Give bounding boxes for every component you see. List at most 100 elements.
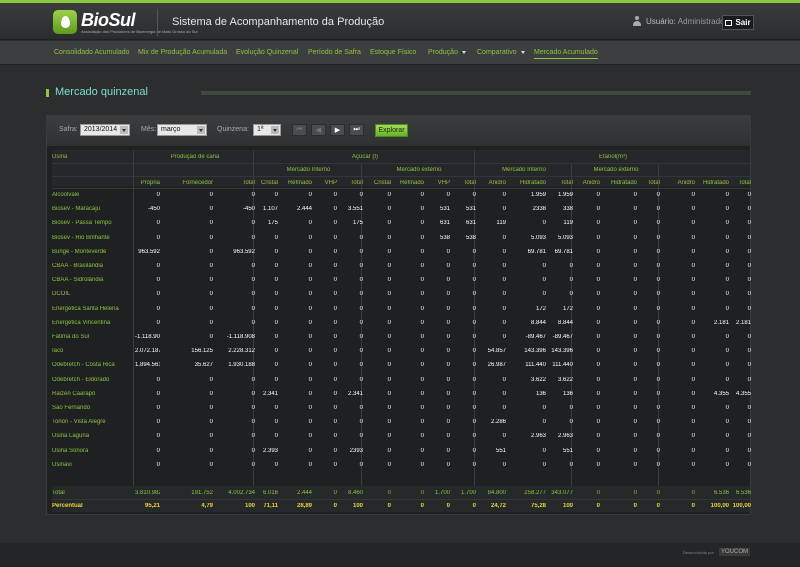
table-cell: 0 (251, 192, 255, 198)
user-info: Usuário: Administrador (632, 16, 727, 26)
table-cell: 0 (156, 319, 160, 326)
table-cell: 0 (359, 291, 363, 298)
table-cell: 0 (747, 291, 751, 298)
percent-cell: 0 (472, 503, 476, 509)
table-cell: 0 (747, 376, 751, 383)
last-page-button[interactable]: ⏭ (349, 124, 364, 136)
table-cell: 0 (725, 419, 729, 426)
table-cell: 111.440 (525, 362, 546, 369)
next-page-button[interactable]: ▶ (330, 124, 345, 136)
row-usina-name: Usina Laguna (52, 433, 90, 440)
percent-cell: 100,00 (732, 503, 751, 509)
table-cell: 0 (308, 362, 312, 369)
table-cell: 0 (420, 234, 424, 241)
table-cell: 0 (333, 390, 337, 397)
table-cell: 175 (267, 220, 278, 227)
table-cell: 0 (633, 376, 637, 383)
first-page-button[interactable]: ⏮ (292, 124, 307, 136)
percent-row-label: Percentual (52, 503, 83, 509)
safra-label: Safra: (59, 126, 78, 133)
percent-cell: 4,79 (201, 503, 213, 509)
total-cell: 258.277 (524, 490, 546, 496)
table-cell: 0 (446, 263, 450, 269)
table-cell: 0 (633, 291, 637, 298)
logout-icon (725, 19, 733, 26)
row-usina-name: Tonon - Vista Alegre (52, 419, 106, 426)
table-cell: 0 (691, 263, 695, 269)
table-cell: 0 (656, 390, 660, 397)
table-cell: 119 (496, 220, 506, 227)
header-etanol-mercado-externo: Mercado externo (593, 167, 639, 173)
table-cell: 0 (656, 376, 660, 383)
table-cell: 0 (747, 433, 751, 440)
nav-estoque-fisico[interactable]: Estoque Físico (370, 49, 416, 56)
table-cell: 2.963 (530, 433, 546, 440)
table-cell: 0 (596, 348, 600, 355)
table-cell: 0 (156, 419, 160, 426)
table-cell: 0 (251, 319, 255, 326)
table-cell: 0 (387, 305, 391, 312)
quinzena-select[interactable]: 1ª (253, 124, 281, 136)
table-cell: 0 (725, 348, 729, 355)
grid-line (474, 150, 475, 512)
table-cell: 0 (691, 447, 695, 454)
nav-periodo-safra[interactable]: Período de Safra (308, 49, 361, 56)
table-cell: 0 (596, 447, 600, 454)
table-cell: 0 (725, 234, 729, 241)
explorar-button[interactable]: Explorar (375, 124, 408, 137)
table-cell: 0 (472, 192, 476, 198)
nav-mercado-acumulado[interactable]: Mercado Acumulado (534, 49, 598, 59)
table-cell: 0 (691, 291, 695, 298)
table-cell: 0 (725, 433, 729, 440)
table-cell: 0 (633, 263, 637, 269)
nav-mix-producao[interactable]: Mix de Produção Acumulada (138, 49, 227, 56)
table-cell: 0 (156, 305, 160, 312)
table-cell: -89.467 (552, 334, 573, 340)
table-cell: 4.355 (713, 390, 729, 397)
table-cell: 0 (156, 263, 160, 269)
table-cell: 0 (691, 277, 695, 284)
table-cell: 0 (446, 405, 450, 411)
nav-producao[interactable]: Produção (428, 49, 466, 56)
table-cell: 0 (274, 234, 278, 241)
row-usina-name: CBAA - Brasilândia (52, 263, 104, 269)
safra-select[interactable]: 2013/2014 (80, 124, 130, 136)
nav-evolucao-quinzenal[interactable]: Evolução Quinzenal (236, 49, 298, 56)
row-usina-name: Energética Santa Helena (52, 305, 119, 312)
table-cell: 0 (633, 305, 637, 312)
app-title: Sistema de Acompanhamento da Produção (172, 16, 385, 28)
table-cell: 0 (656, 461, 660, 468)
table-cell: 0 (656, 334, 660, 340)
column-header: Total (738, 180, 751, 186)
table-cell: 0 (274, 405, 278, 411)
developed-by-label: Desenvolvido por (683, 550, 714, 555)
row-usina-name: Odebretch - Eldorado (52, 376, 110, 383)
nav-comparativo[interactable]: Comparativo (477, 49, 525, 56)
column-header: VHP (324, 180, 337, 186)
table-cell: 0 (251, 461, 255, 468)
table-cell: 0 (446, 376, 450, 383)
table-cell: 0 (472, 461, 476, 468)
table-cell: 0 (209, 461, 213, 468)
table-cell: 0 (725, 248, 729, 255)
table-cell: 0 (747, 277, 751, 284)
logout-button[interactable]: Sair (722, 15, 754, 30)
mes-select[interactable]: março (157, 124, 207, 136)
table-cell: 0 (725, 263, 729, 269)
table-cell: 0 (691, 319, 695, 326)
table-cell: 0 (633, 447, 637, 454)
user-label: Usuário: (646, 16, 676, 26)
nav-consolidado-acumulado[interactable]: Consolidado Acumulado (54, 49, 130, 56)
table-cell: 0 (251, 220, 255, 227)
developer-logo[interactable]: YOUCOM (719, 548, 750, 556)
prev-page-button[interactable]: ◀ (311, 124, 326, 136)
table-cell: 0 (308, 461, 312, 468)
chevron-down-icon (120, 126, 128, 134)
table-cell: 0 (633, 192, 637, 198)
total-cell: 0 (333, 490, 337, 496)
table-cell: 0 (747, 248, 751, 255)
column-header: Total (242, 180, 255, 186)
table-cell: 0 (387, 348, 391, 355)
table-cell: 0 (420, 419, 424, 426)
table-cell: 0 (420, 291, 424, 298)
